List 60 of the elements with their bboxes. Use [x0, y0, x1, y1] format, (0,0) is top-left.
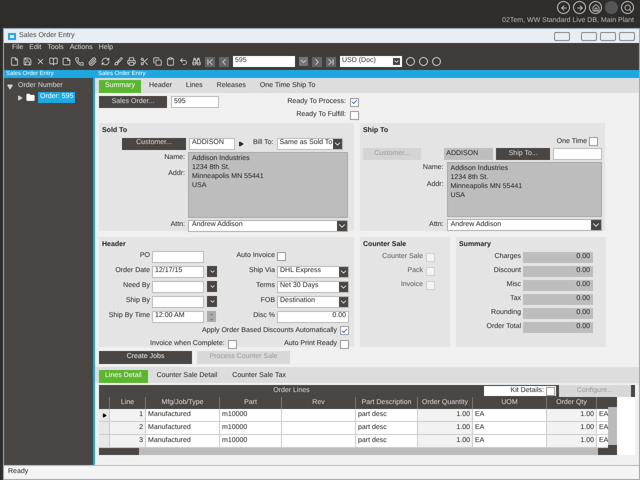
previous-icon[interactable]: [219, 56, 229, 66]
checkbox[interactable]: [350, 98, 359, 106]
play-icon[interactable]: [238, 140, 244, 146]
caret-icon: [332, 138, 342, 148]
input-field[interactable]: [152, 296, 204, 308]
checkbox[interactable]: [426, 253, 435, 262]
checkbox[interactable]: [589, 137, 598, 146]
back-icon[interactable]: [557, 1, 570, 14]
caret-icon: [208, 283, 216, 290]
caret-icon: [393, 58, 400, 65]
caret-icon[interactable]: [299, 57, 308, 66]
expand-icon[interactable]: [17, 94, 23, 100]
app-icon: [8, 32, 16, 40]
checkbox[interactable]: [277, 252, 286, 261]
next-icon[interactable]: [312, 56, 322, 66]
caret-icon: [208, 268, 216, 275]
search-icon[interactable]: [621, 1, 634, 14]
checkbox[interactable]: [426, 281, 435, 290]
caret-icon: [339, 266, 348, 276]
checkbox[interactable]: [228, 340, 237, 349]
row-indicator[interactable]: [99, 409, 109, 421]
caret-icon: [339, 282, 348, 292]
home-icon[interactable]: [589, 1, 602, 14]
caret-icon: [591, 220, 601, 230]
cut-icon[interactable]: [140, 57, 149, 66]
new-icon[interactable]: [10, 57, 19, 66]
paste-icon[interactable]: [166, 57, 175, 66]
print-icon[interactable]: [127, 57, 136, 66]
checkbox[interactable]: [426, 267, 435, 276]
caret-icon: [208, 298, 216, 305]
dropdown-button[interactable]: [207, 281, 217, 292]
checkbox[interactable]: [340, 340, 349, 349]
first-icon[interactable]: [205, 56, 215, 66]
expanded-icon[interactable]: [7, 84, 13, 90]
save-icon[interactable]: [23, 57, 32, 66]
undo-icon[interactable]: [179, 57, 188, 66]
paperclip-icon[interactable]: [88, 57, 97, 66]
copy-icon[interactable]: [153, 57, 162, 66]
binoculars-icon[interactable]: [192, 57, 201, 66]
last-icon[interactable]: [326, 56, 336, 66]
checkbox[interactable]: [546, 386, 555, 396]
vertical-scrollbar[interactable]: [608, 397, 617, 455]
checkbox[interactable]: [350, 110, 359, 120]
note-icon[interactable]: [62, 57, 71, 66]
dropdown-button[interactable]: [207, 266, 217, 277]
input-field[interactable]: [152, 250, 204, 262]
brush-icon[interactable]: [114, 57, 123, 66]
checkbox[interactable]: [340, 326, 349, 336]
caret-icon: [337, 220, 347, 230]
phone-icon[interactable]: [75, 57, 84, 66]
refresh-icon[interactable]: [101, 57, 110, 66]
book-icon[interactable]: [49, 57, 58, 66]
forward-icon[interactable]: [573, 1, 586, 14]
delete-icon[interactable]: [36, 57, 45, 66]
folder-icon: [26, 93, 35, 102]
input-field[interactable]: [152, 280, 204, 292]
dropdown-button[interactable]: [207, 296, 217, 307]
horizontal-scrollbar[interactable]: [99, 448, 608, 455]
ship-to-field[interactable]: [553, 148, 602, 160]
caret-icon: [339, 296, 348, 306]
